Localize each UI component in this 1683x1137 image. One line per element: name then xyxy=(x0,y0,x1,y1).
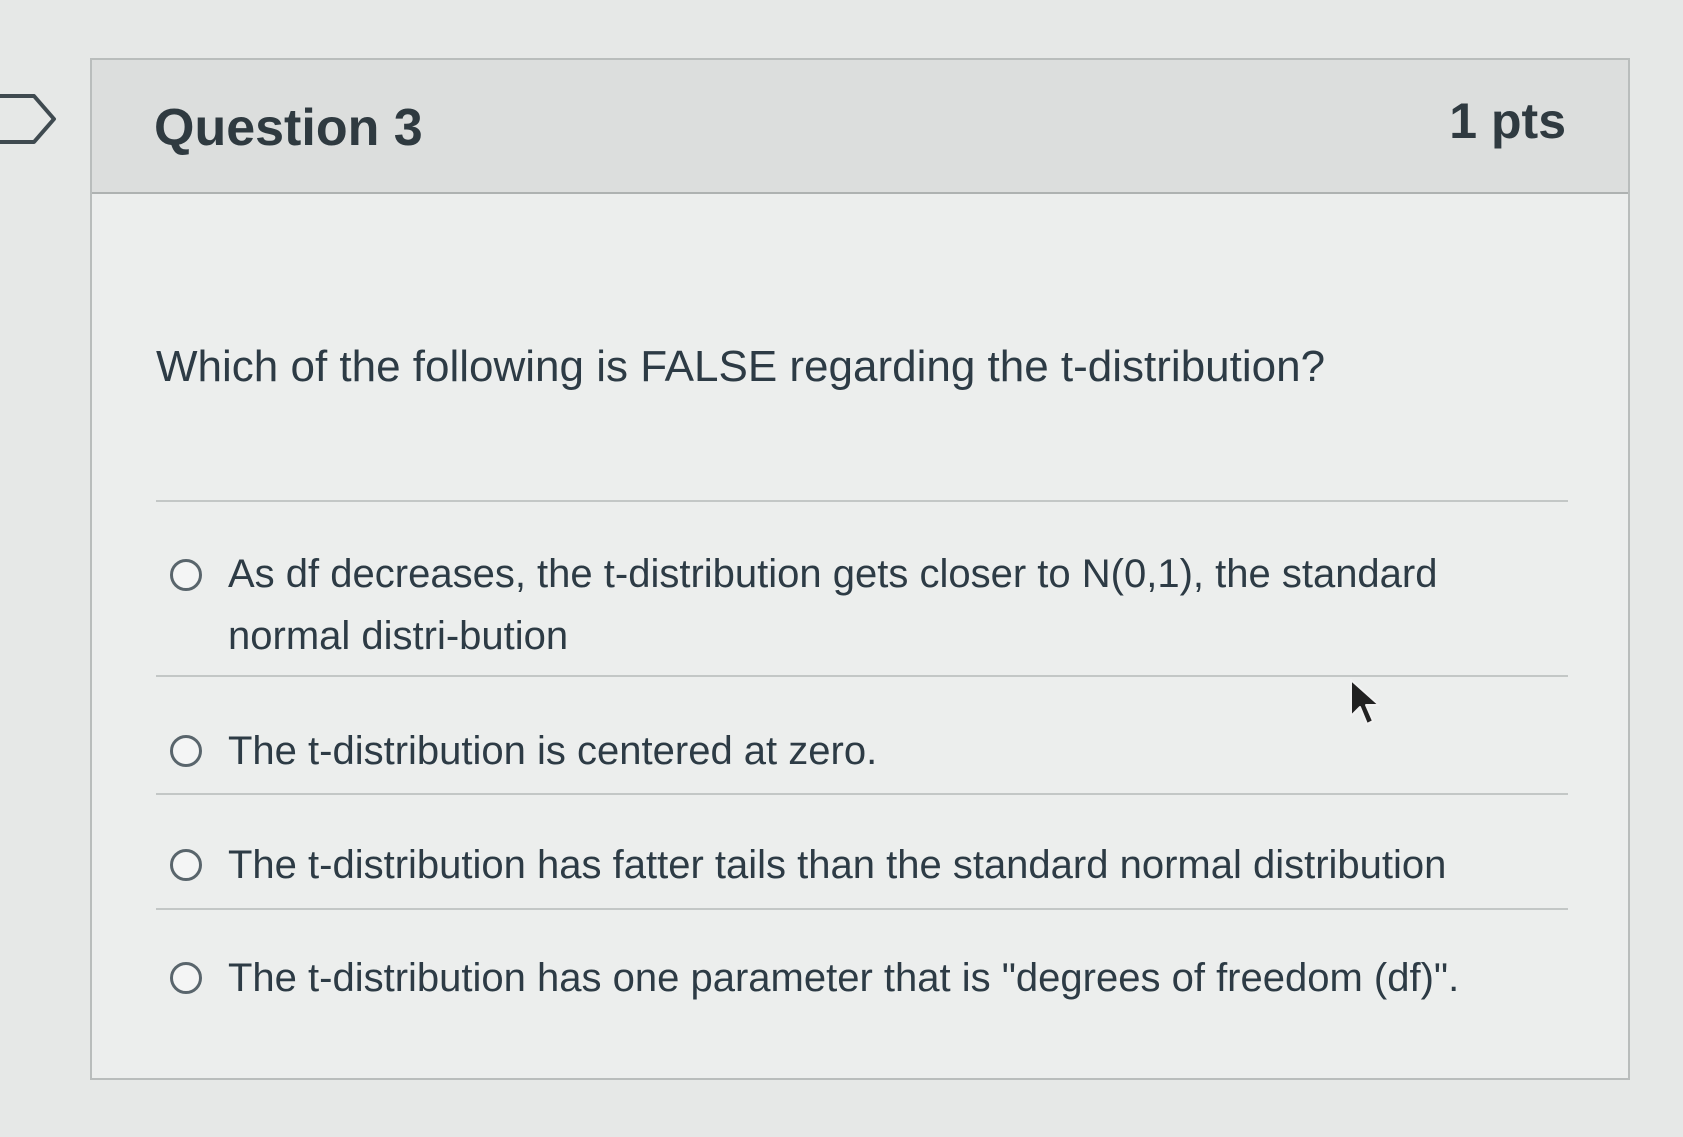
answer-divider xyxy=(156,675,1568,677)
answer-option[interactable]: The t-distribution has one parameter tha… xyxy=(156,920,1568,1020)
answer-divider xyxy=(156,793,1568,795)
radio-button[interactable] xyxy=(170,962,202,994)
answer-label: The t-distribution has fatter tails than… xyxy=(228,843,1447,887)
question-title: Question 3 xyxy=(154,99,423,157)
question-header: Question 3 1 pts xyxy=(92,60,1628,194)
flag-question-icon[interactable] xyxy=(0,90,60,148)
answer-divider xyxy=(156,908,1568,910)
radio-button[interactable] xyxy=(170,735,202,767)
answer-label: The t-distribution has one parameter tha… xyxy=(228,956,1460,1000)
radio-button[interactable] xyxy=(170,849,202,881)
mouse-pointer-icon xyxy=(1350,679,1380,725)
answer-label: As df decreases, the t-distribution gets… xyxy=(228,552,1438,658)
radio-button[interactable] xyxy=(170,559,202,591)
answer-option[interactable]: The t-distribution has fatter tails than… xyxy=(156,805,1568,905)
answers-top-divider xyxy=(156,500,1568,502)
question-points: 1 pts xyxy=(1449,93,1566,149)
answer-option[interactable]: As df decreases, the t-distribution gets… xyxy=(156,525,1568,665)
question-card: Question 3 1 pts Which of the following … xyxy=(90,58,1630,1080)
answer-label: The t-distribution is centered at zero. xyxy=(228,729,878,773)
question-text: Which of the following is FALSE regardin… xyxy=(156,342,1326,391)
